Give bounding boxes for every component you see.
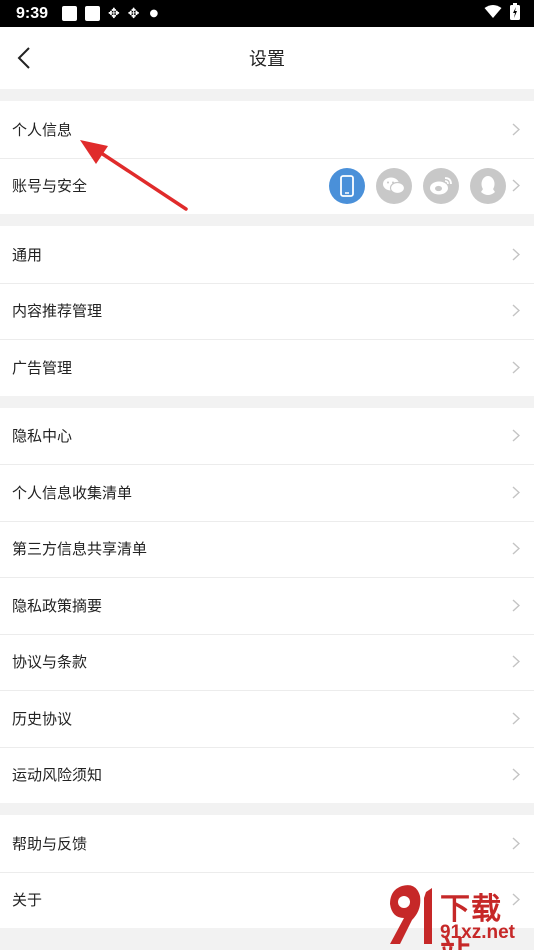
chevron-right-icon	[510, 178, 522, 194]
personal-info-item[interactable]: 个人信息	[0, 101, 534, 158]
support-group: 帮助与反馈 关于	[0, 815, 534, 928]
chevron-right-icon	[510, 541, 522, 557]
privacy-policy-summary-item[interactable]: 隐私政策摘要	[0, 577, 534, 634]
wifi-icon	[484, 4, 502, 23]
third-party-sharing-item[interactable]: 第三方信息共享清单	[0, 520, 534, 578]
item-label: 隐私政策摘要	[12, 596, 103, 615]
chevron-right-icon	[510, 246, 522, 262]
wechat-icon	[376, 167, 412, 204]
status-bar: 9:39 ✥ ✥ ●	[0, 0, 534, 27]
weibo-icon	[423, 167, 459, 204]
item-label: 通用	[12, 245, 43, 264]
app-notification-icon: ✥	[108, 5, 120, 22]
chevron-right-icon	[510, 835, 522, 851]
about-item[interactable]: 关于	[0, 871, 534, 929]
qq-icon	[470, 167, 506, 204]
notification-icon	[62, 6, 78, 21]
item-label: 协议与条款	[12, 653, 88, 672]
content-recommendation-item[interactable]: 内容推荐管理	[0, 282, 534, 340]
item-label: 隐私中心	[12, 427, 73, 446]
linked-accounts	[329, 167, 506, 204]
item-label: 内容推荐管理	[12, 302, 103, 321]
item-label: 个人信息收集清单	[12, 483, 133, 502]
account-security-item[interactable]: 账号与安全	[0, 157, 534, 215]
item-label: 帮助与反馈	[12, 834, 88, 853]
privacy-center-item[interactable]: 隐私中心	[0, 408, 534, 465]
page-title: 设置	[249, 49, 285, 70]
back-button[interactable]	[12, 44, 36, 72]
chevron-right-icon	[510, 121, 522, 137]
agreements-item[interactable]: 协议与条款	[0, 633, 534, 691]
item-label: 广告管理	[12, 358, 73, 377]
notification-icon	[85, 6, 101, 21]
chevron-right-icon	[510, 597, 522, 613]
chevron-right-icon	[510, 654, 522, 670]
chevron-right-icon	[510, 767, 522, 783]
back-arrow-icon	[17, 47, 30, 69]
help-feedback-item[interactable]: 帮助与反馈	[0, 815, 534, 872]
history-agreements-item[interactable]: 历史协议	[0, 690, 534, 747]
personal-info-collection-item[interactable]: 个人信息收集清单	[0, 464, 534, 521]
app-notification-icon: ✥	[127, 5, 140, 22]
item-label: 历史协议	[12, 709, 73, 728]
item-label: 账号与安全	[12, 177, 88, 196]
item-label: 关于	[12, 891, 43, 910]
chevron-right-icon	[510, 359, 522, 375]
exercise-risk-item[interactable]: 运动风险须知	[0, 746, 534, 804]
chevron-right-icon	[510, 892, 522, 908]
general-group: 通用 内容推荐管理 广告管理	[0, 226, 534, 396]
status-time: 9:39	[16, 4, 49, 22]
more-notifications-icon: ●	[149, 8, 159, 19]
chevron-right-icon	[510, 303, 522, 319]
chevron-right-icon	[510, 484, 522, 500]
chevron-right-icon	[510, 428, 522, 444]
general-item[interactable]: 通用	[0, 226, 534, 283]
chevron-right-icon	[510, 710, 522, 726]
item-label: 第三方信息共享清单	[12, 540, 148, 559]
header: 设置	[0, 27, 534, 89]
phone-icon	[329, 167, 365, 204]
ad-management-item[interactable]: 广告管理	[0, 339, 534, 396]
privacy-group: 隐私中心 个人信息收集清单 第三方信息共享清单 隐私政策摘要 协议与条款 历史协…	[0, 407, 534, 804]
item-label: 个人信息	[12, 120, 73, 139]
battery-icon	[510, 3, 520, 24]
item-label: 运动风险须知	[12, 766, 103, 785]
account-group: 个人信息 账号与安全	[0, 101, 534, 214]
